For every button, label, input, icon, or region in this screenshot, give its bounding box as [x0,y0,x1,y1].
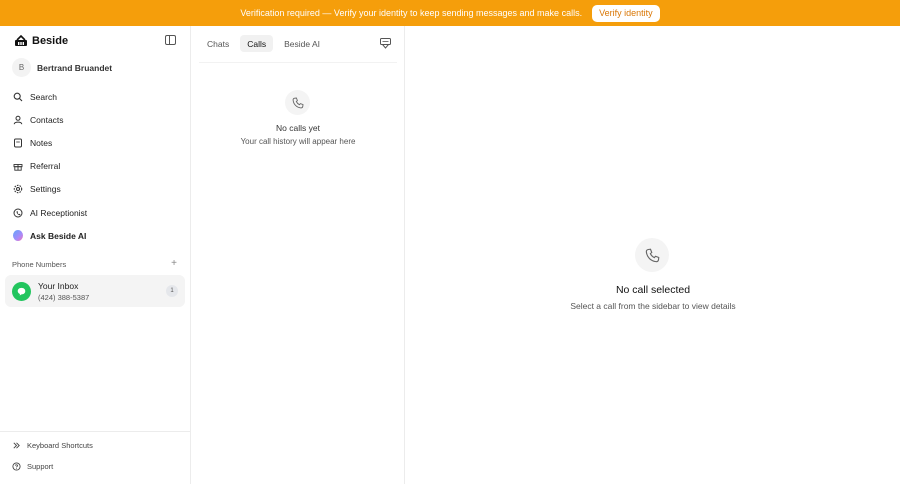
collapse-sidebar-icon[interactable] [165,35,176,45]
sidebar-item-ask-beside-ai[interactable]: Ask Beside AI [6,224,186,247]
empty-detail-subtitle: Select a call from the sidebar to view d… [570,301,736,311]
divider [199,62,397,63]
notes-icon [13,138,23,148]
add-number-icon[interactable]: + [171,259,177,269]
verify-identity-button[interactable]: Verify identity [592,4,660,22]
sidebar-item-label: AI Receptionist [30,207,88,218]
sidebar-item-contacts[interactable]: Contacts [6,108,186,131]
banner-message: Verification required — Verify your iden… [240,8,583,18]
beside-logo-icon [15,35,27,46]
chat-bubble-icon [17,287,26,295]
search-icon [13,92,23,102]
support-label: Support [27,462,54,471]
sidebar: Beside B Bertrand Bruandet Search Contac… [0,26,191,484]
sidebar-item-search[interactable]: Search [6,85,186,108]
empty-calls-illustration [285,90,310,115]
inbox-phone-number: (424) 388-5387 [38,292,90,302]
beside-ai-orb-icon [13,230,23,242]
section-title: Phone Numbers [12,259,67,269]
brand-name: Beside [32,35,69,47]
sidebar-item-label: Contacts [30,114,64,125]
avatar: B [12,58,31,77]
filter-icon[interactable] [380,38,391,49]
call-detail-pane: No call selected Select a call from the … [406,26,900,484]
sidebar-item-label: Referral [30,161,61,172]
keyboard-shortcuts-link[interactable]: Keyboard Shortcuts [12,441,93,450]
divider [0,431,190,432]
tab-chats[interactable]: Chats [200,35,236,52]
tab-beside-ai[interactable]: Beside AI [277,35,327,52]
help-icon [12,462,21,471]
phone-numbers-section: Phone Numbers + [12,259,177,269]
sidebar-item-referral[interactable]: Referral [6,155,186,178]
tab-bar: Chats Calls Beside AI [200,35,327,52]
brand-logo[interactable]: Beside [14,34,68,48]
sidebar-item-label: Settings [30,184,61,195]
shortcuts-label: Keyboard Shortcuts [27,441,93,450]
verification-banner: Verification required — Verify your iden… [0,0,900,26]
sidebar-item-notes[interactable]: Notes [6,131,186,154]
inbox-name: Your Inbox [38,280,79,291]
sidebar-item-ai-receptionist[interactable]: AI Receptionist [6,201,186,224]
sidebar-item-settings[interactable]: Settings [6,178,186,201]
sidebar-item-label: Notes [30,137,53,148]
calls-pane: Chats Calls Beside AI No calls yet Your … [191,26,405,484]
empty-detail-illustration [635,238,669,272]
gift-icon [13,161,23,171]
empty-detail-title: No call selected [615,284,691,296]
phone-icon [645,248,659,262]
empty-calls-title: No calls yet [276,123,320,133]
user-name: Bertrand Bruandet [37,62,113,73]
user-profile[interactable]: B Bertrand Bruandet [12,58,112,77]
contacts-icon [13,115,23,125]
empty-calls-subtitle: Your call history will appear here [240,137,356,146]
inbox-item[interactable]: Your Inbox (424) 388-5387 1 [5,275,185,307]
sidebar-item-label: Ask Beside AI [30,230,87,241]
unread-badge: 1 [166,285,178,297]
receptionist-icon [13,208,23,218]
phone-icon [292,97,303,108]
sidebar-item-label: Search [30,91,57,102]
tab-calls[interactable]: Calls [240,35,274,52]
inbox-avatar [12,281,31,301]
support-link[interactable]: Support [12,462,53,471]
shortcuts-icon [13,442,20,449]
sidebar-nav: Search Contacts Notes Referral Settings [6,85,186,247]
gear-icon [13,184,23,194]
